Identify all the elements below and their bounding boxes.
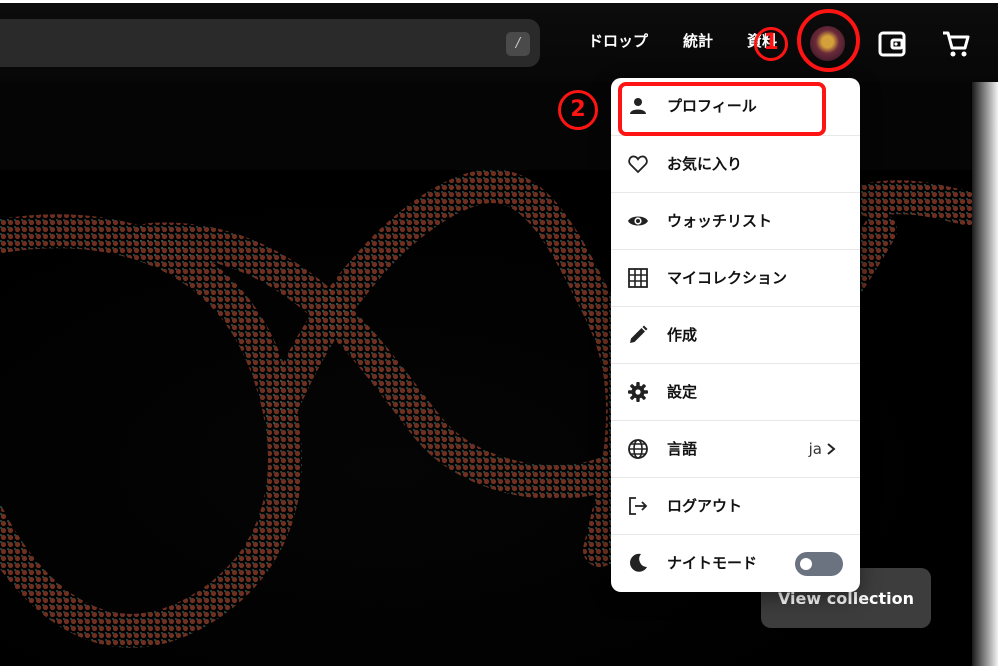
menu-item-collections[interactable]: マイコレクション <box>611 249 860 306</box>
menu-item-label: ウォッチリスト <box>667 212 773 230</box>
cart-icon[interactable] <box>940 28 972 60</box>
logout-icon <box>629 497 648 515</box>
menu-item-night-mode: ナイトモード <box>611 534 860 591</box>
chevron-right-icon <box>827 443 836 455</box>
grid-icon <box>628 268 648 288</box>
nav-stats-link[interactable]: 統計 <box>683 31 713 51</box>
menu-item-favorites[interactable]: お気に入り <box>611 135 860 192</box>
gear-icon <box>628 382 648 402</box>
menu-item-label: マイコレクション <box>667 269 788 287</box>
annotation-step1-number: 1 <box>763 30 779 55</box>
search-bar[interactable] <box>0 19 540 67</box>
menu-item-settings[interactable]: 設定 <box>611 363 860 420</box>
globe-icon <box>628 439 648 459</box>
moon-icon <box>630 553 647 572</box>
annotation-step2-number: 2 <box>558 90 598 130</box>
annotation-ring-avatar <box>797 9 860 72</box>
pencil-icon <box>630 325 648 343</box>
menu-item-create[interactable]: 作成 <box>611 306 860 363</box>
menu-item-logout[interactable]: ログアウト <box>611 477 860 534</box>
heart-icon <box>628 155 648 174</box>
night-mode-toggle[interactable] <box>795 552 843 576</box>
menu-item-label: ログアウト <box>667 497 743 515</box>
profile-dropdown-menu: プロフィール お気に入り ウォッチリスト マイコレクション 作成 設定 言語 j… <box>611 78 860 592</box>
search-input[interactable] <box>0 19 490 67</box>
language-value: ja <box>808 440 822 458</box>
menu-item-watchlist[interactable]: ウォッチリスト <box>611 192 860 249</box>
annotation-box-profile <box>618 82 826 136</box>
menu-item-label: 設定 <box>667 383 698 401</box>
eye-icon <box>628 216 648 226</box>
menu-item-language[interactable]: 言語 ja <box>611 420 860 477</box>
page-edge <box>972 82 998 666</box>
nav-drops-link[interactable]: ドロップ <box>588 31 648 51</box>
menu-item-label: ナイトモード <box>667 554 758 572</box>
toggle-knob <box>800 558 812 570</box>
menu-item-label: 言語 <box>667 440 698 458</box>
menu-item-label: お気に入り <box>667 155 743 173</box>
search-shortcut-key: / <box>506 32 530 56</box>
menu-item-label: 作成 <box>667 326 698 344</box>
wallet-icon[interactable] <box>876 28 908 60</box>
